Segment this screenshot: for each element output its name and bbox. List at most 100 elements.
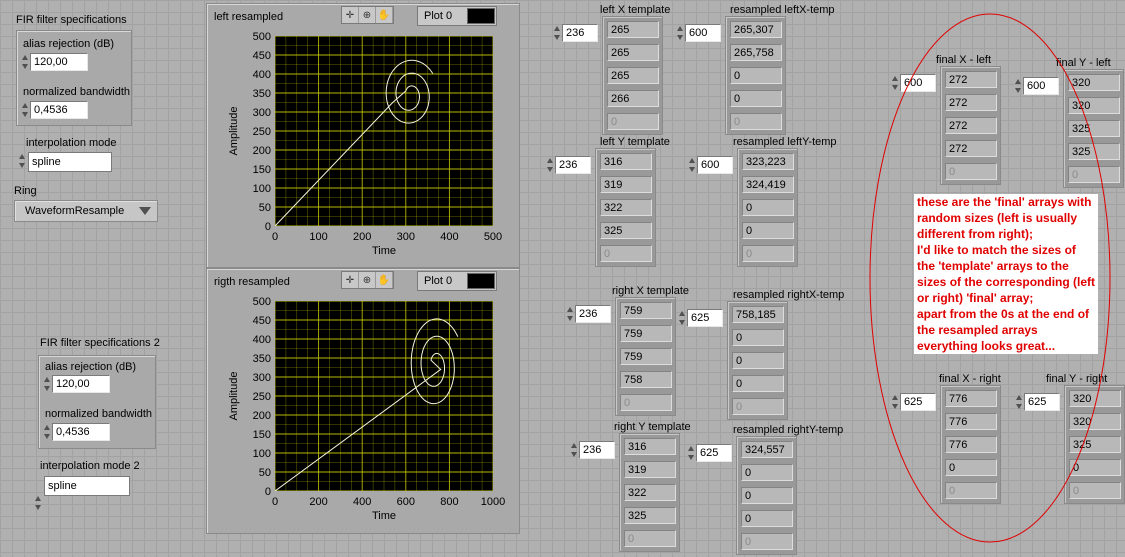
- x-tick-label: 0: [272, 496, 278, 508]
- spinner-icon[interactable]: [688, 156, 697, 174]
- array-index-input[interactable]: 625: [687, 309, 723, 327]
- fir1-alias-input[interactable]: 120,00: [30, 53, 88, 71]
- array-index-control[interactable]: 600: [688, 156, 733, 174]
- array-element[interactable]: 0: [624, 530, 676, 547]
- spinner-icon[interactable]: [678, 309, 687, 327]
- spinner-icon[interactable]: [546, 156, 555, 174]
- array-element[interactable]: 325: [624, 507, 676, 524]
- fir1-bw-control[interactable]: 0,4536: [21, 101, 88, 119]
- array-element[interactable]: 759: [620, 325, 672, 342]
- array-control: 625 758,185 0 0 0 0: [678, 301, 788, 420]
- array-index-control[interactable]: 600: [676, 24, 721, 42]
- fir1-alias-control[interactable]: 120,00: [21, 53, 88, 71]
- array-element[interactable]: 266: [607, 90, 659, 107]
- y-tick-label: 450: [253, 50, 271, 62]
- array-element[interactable]: 0: [730, 113, 782, 130]
- array-element[interactable]: 759: [620, 302, 672, 319]
- spinner-icon[interactable]: [570, 441, 579, 459]
- spinner-icon[interactable]: [566, 305, 575, 323]
- array-index-control[interactable]: 236: [553, 24, 598, 42]
- array-element[interactable]: 758: [620, 371, 672, 388]
- array-element[interactable]: 0: [600, 245, 652, 262]
- spinner-icon[interactable]: [18, 152, 27, 170]
- spinner-icon[interactable]: [21, 101, 30, 119]
- graph-left: left resampled ✛ ⊕ ✋ Plot 0 500 450 400 350…: [206, 3, 520, 268]
- array-element[interactable]: 758,185: [732, 306, 784, 323]
- array-element[interactable]: 265: [607, 67, 659, 84]
- array-element[interactable]: 323,223: [742, 153, 794, 170]
- array-index-control[interactable]: 236: [546, 156, 591, 174]
- array-element[interactable]: 0: [607, 113, 659, 130]
- array-index-control[interactable]: 236: [566, 305, 611, 323]
- interp1-input[interactable]: spline: [28, 152, 112, 172]
- array-index-input[interactable]: 625: [696, 444, 732, 462]
- x-tick-label: 0: [272, 231, 278, 243]
- array-element[interactable]: 265: [607, 21, 659, 38]
- graph-right-plot[interactable]: [274, 300, 494, 492]
- array-element[interactable]: 0: [742, 245, 794, 262]
- x-tick-label: 100: [309, 231, 327, 243]
- array-element[interactable]: 0: [732, 352, 784, 369]
- interp2-input[interactable]: spline: [44, 476, 130, 496]
- spinner-icon[interactable]: [34, 494, 43, 512]
- array-element[interactable]: 265,307: [730, 21, 782, 38]
- array-element[interactable]: 0: [620, 394, 672, 411]
- fir2-alias-input[interactable]: 120,00: [52, 375, 110, 393]
- array-element[interactable]: 324,419: [742, 176, 794, 193]
- array-element[interactable]: 0: [732, 329, 784, 346]
- array-element[interactable]: 759: [620, 348, 672, 365]
- array-index-control[interactable]: 625: [687, 444, 732, 462]
- fir2-bw-control[interactable]: 0,4536: [43, 423, 110, 441]
- array-element[interactable]: 0: [741, 487, 793, 504]
- graph-left-svg: [274, 35, 494, 227]
- y-tick-label: 250: [253, 126, 271, 138]
- array-element[interactable]: 322: [600, 199, 652, 216]
- spinner-icon[interactable]: [43, 423, 52, 441]
- array-element[interactable]: 319: [624, 461, 676, 478]
- fir2-title: FIR filter specifications 2: [40, 337, 160, 349]
- spinner-icon[interactable]: [687, 444, 696, 462]
- array-element[interactable]: 316: [624, 438, 676, 455]
- array-element[interactable]: 324,557: [741, 441, 793, 458]
- array-element[interactable]: 325: [600, 222, 652, 239]
- y-tick-label: 450: [253, 315, 271, 327]
- array-element[interactable]: 319: [600, 176, 652, 193]
- array-control: 236 759 759 759 758 0: [566, 297, 676, 416]
- array-element[interactable]: 0: [742, 222, 794, 239]
- spinner-icon[interactable]: [553, 24, 562, 42]
- fir1-bw-input[interactable]: 0,4536: [30, 101, 88, 119]
- fir2-bw-input[interactable]: 0,4536: [52, 423, 110, 441]
- spinner-icon[interactable]: [676, 24, 685, 42]
- array-element[interactable]: 0: [730, 90, 782, 107]
- array-index-input[interactable]: 236: [562, 24, 598, 42]
- fir1-bw-label: normalized bandwidth: [23, 86, 131, 98]
- array-frame: 316 319 322 325 0: [595, 148, 656, 267]
- array-index-control[interactable]: 625: [678, 309, 723, 327]
- array-index-input[interactable]: 600: [685, 24, 721, 42]
- array-element[interactable]: 0: [732, 375, 784, 392]
- array-element[interactable]: 0: [730, 67, 782, 84]
- array-element[interactable]: 265: [607, 44, 659, 61]
- array-element[interactable]: 322: [624, 484, 676, 501]
- array-index-input[interactable]: 236: [575, 305, 611, 323]
- fir2-bw-label: normalized bandwidth: [45, 408, 153, 420]
- fir2-alias-control[interactable]: 120,00: [43, 375, 110, 393]
- array-element[interactable]: 316: [600, 153, 652, 170]
- ring-select[interactable]: WaveformResample: [14, 200, 158, 222]
- array-control: 236 265 265 265 266 0: [553, 16, 663, 135]
- array-element[interactable]: 0: [741, 510, 793, 527]
- graph-left-plot[interactable]: [274, 35, 494, 227]
- array-index-input[interactable]: 236: [555, 156, 591, 174]
- array-element[interactable]: 0: [732, 398, 784, 415]
- array-element[interactable]: 0: [742, 199, 794, 216]
- array-element[interactable]: 0: [741, 464, 793, 481]
- y-tick-label: 200: [253, 145, 271, 157]
- array-element[interactable]: 265,758: [730, 44, 782, 61]
- array-index-control[interactable]: 236: [570, 441, 615, 459]
- array-index-input[interactable]: 236: [579, 441, 615, 459]
- array-index-input[interactable]: 600: [697, 156, 733, 174]
- array-label: left Y template: [600, 136, 670, 148]
- spinner-icon[interactable]: [21, 53, 30, 71]
- spinner-icon[interactable]: [43, 375, 52, 393]
- array-element[interactable]: 0: [741, 533, 793, 550]
